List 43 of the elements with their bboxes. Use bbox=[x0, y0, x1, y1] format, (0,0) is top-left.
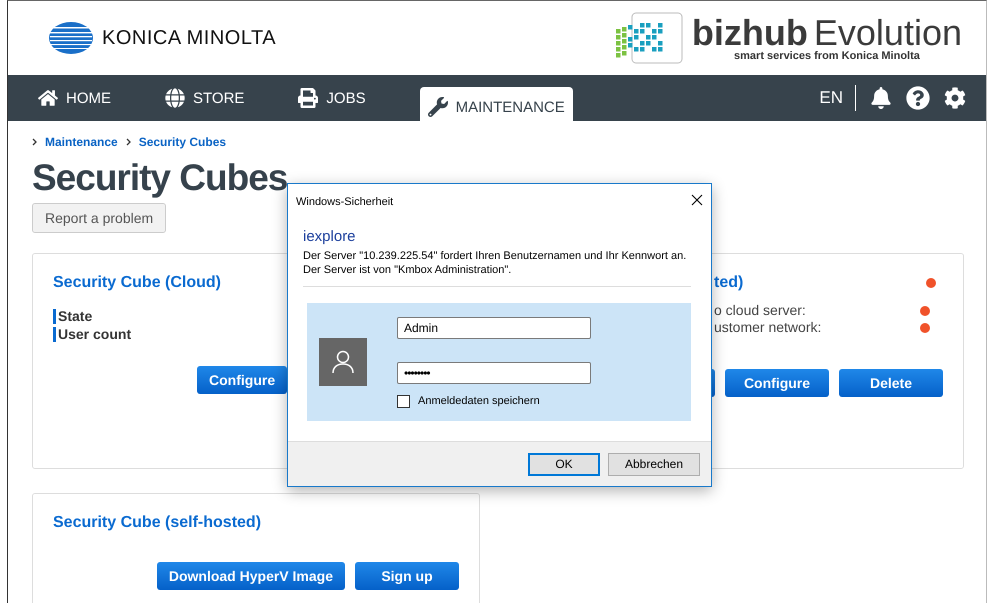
nav-tab[interactable]: HOME bbox=[38, 75, 111, 121]
nav-tab[interactable]: MAINTENANCE bbox=[420, 87, 573, 121]
chevron-icon bbox=[32, 138, 37, 146]
language-selector[interactable]: EN bbox=[819, 85, 856, 111]
checkbox-label: Anmeldedaten speichern bbox=[418, 395, 540, 407]
ok-button[interactable]: OK bbox=[528, 452, 600, 476]
bell-icon[interactable] bbox=[870, 87, 892, 109]
card-title: ted) bbox=[713, 274, 744, 292]
page-title: Security Cubes bbox=[32, 157, 288, 199]
wrench-icon bbox=[428, 97, 448, 117]
nav-tab[interactable]: JOBS bbox=[298, 75, 366, 121]
user-icon bbox=[332, 350, 354, 374]
home-icon bbox=[38, 88, 58, 108]
card-title: Security Cube (self-hosted) bbox=[53, 514, 262, 532]
printer-icon bbox=[298, 88, 318, 108]
status-label: ustomer network: bbox=[713, 319, 822, 336]
signup-button[interactable]: Sign up bbox=[355, 562, 459, 590]
delete-button[interactable]: Delete bbox=[839, 369, 943, 397]
globe-logo-icon bbox=[48, 21, 94, 55]
configure-button[interactable]: Configure bbox=[725, 369, 829, 397]
report-button[interactable]: Report a problem bbox=[32, 203, 166, 233]
remember-checkbox[interactable]: Anmeldedaten speichern bbox=[397, 394, 591, 408]
app-name: iexplore bbox=[303, 228, 357, 245]
brand-name: KONICA MINOLTA bbox=[102, 26, 276, 50]
breadcrumb-link[interactable]: Security Cubes bbox=[138, 135, 226, 149]
settings-icon[interactable] bbox=[944, 87, 966, 109]
status-label: o cloud server: bbox=[713, 302, 806, 319]
breadcrumb-link[interactable]: Maintenance bbox=[45, 135, 118, 149]
nav-tab[interactable]: STORE bbox=[165, 75, 244, 121]
username-field[interactable]: Admin bbox=[397, 316, 591, 338]
dialog-title: Windows-Sicherheit bbox=[296, 196, 394, 208]
product-name: bizhub Evolution bbox=[692, 14, 962, 52]
configure-button[interactable]: Configure bbox=[197, 366, 288, 394]
cancel-button[interactable]: Abbrechen bbox=[608, 452, 700, 476]
chevron-icon bbox=[126, 138, 131, 146]
globe-icon bbox=[165, 88, 185, 108]
download-button[interactable]: Download HyperV Image bbox=[156, 562, 345, 590]
dialog-message: Der Server "10.239.225.54" fordert Ihren Benutzernamen und Ihr Kennwort an. Der Server ist von "Kmbox Administration". bbox=[303, 249, 691, 287]
card-title: Security Cube (Cloud) bbox=[53, 274, 222, 292]
product-tagline: smart services from Konica Minolta bbox=[734, 50, 920, 62]
password-field[interactable]: •••••••• bbox=[397, 362, 591, 384]
help-icon[interactable] bbox=[906, 86, 930, 110]
checkbox[interactable] bbox=[397, 394, 410, 408]
